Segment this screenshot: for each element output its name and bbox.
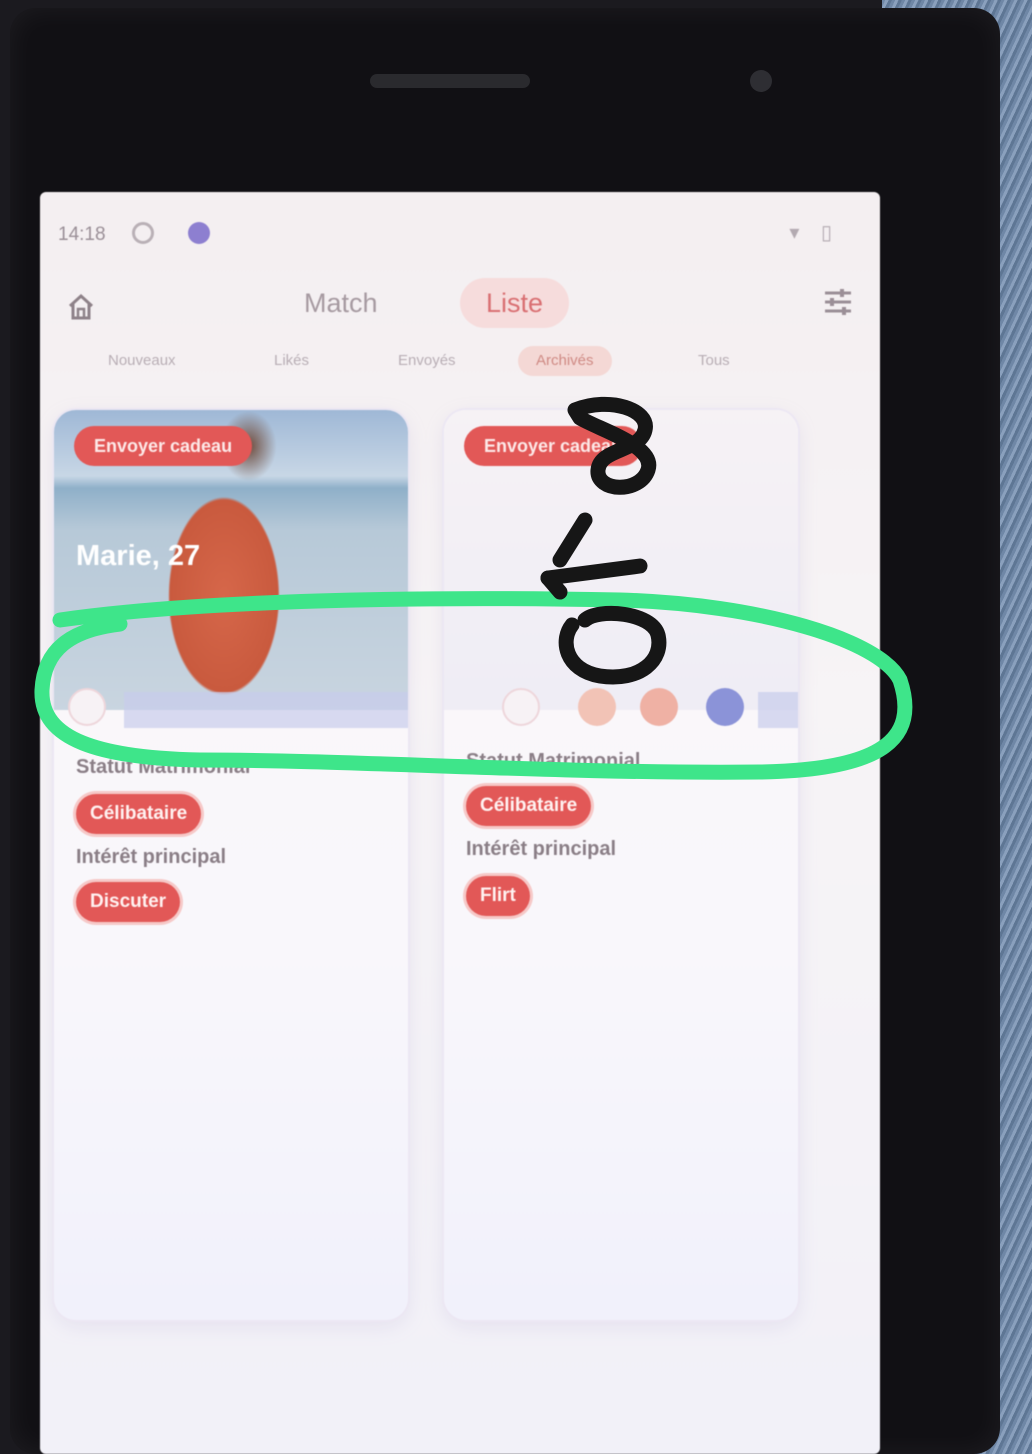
like-heart-icon[interactable]	[502, 688, 540, 726]
tab-liste[interactable]: Liste	[460, 278, 570, 328]
marital-status-label: Statut Matrimonial	[76, 756, 251, 778]
wifi-battery-icon: ▾ ▯	[789, 222, 840, 244]
filter-icon[interactable]	[822, 286, 854, 318]
phone-speaker	[370, 74, 530, 88]
main-interest-label: Intérêt principal	[76, 846, 227, 868]
message-icon[interactable]	[706, 688, 744, 726]
subtab-likes[interactable]: Likés	[256, 346, 327, 376]
phone-camera	[750, 70, 772, 92]
subtab-archives[interactable]: Archivés	[518, 346, 612, 376]
main-interest-chip: Discuter	[76, 882, 181, 922]
marital-status-chip: Célibataire	[76, 794, 202, 834]
send-gift-button[interactable]: Envoyer cadeau	[74, 426, 253, 466]
card-action-row	[54, 682, 408, 732]
status-time: 14:18	[58, 224, 106, 245]
action-bar	[124, 692, 408, 728]
card-action-row	[444, 682, 798, 732]
subtab-tous[interactable]: Tous	[680, 346, 748, 376]
marital-status-label: Statut Matrimonial	[466, 750, 641, 772]
settings-status-icon	[132, 222, 154, 244]
subtab-envoyes[interactable]: Envoyés	[380, 346, 474, 376]
app-header: Match Liste	[40, 264, 880, 334]
profile-card-marie[interactable]: Envoyer cadeau Marie, 27 Statut Matrimon…	[54, 410, 408, 1320]
profile-card-2[interactable]: Envoyer cadeau Statut Matrimonial Céliba…	[444, 410, 798, 1320]
action-bar	[758, 692, 798, 728]
main-interest-label: Intérêt principal	[466, 838, 617, 860]
list-filter-tabs: Nouveaux Likés Envoyés Archivés Tous	[40, 340, 880, 384]
tab-match[interactable]: Match	[278, 278, 404, 328]
emoji-reaction-icon[interactable]	[578, 688, 616, 726]
main-interest-chip: Flirt	[466, 876, 530, 916]
app-notification-icon	[188, 222, 210, 244]
phone-screen: 14:18 ▾ ▯ Match Liste Nouveaux Likés Env…	[40, 192, 880, 1454]
emoji-reaction-icon[interactable]	[640, 688, 678, 726]
marital-status-chip: Célibataire	[466, 786, 592, 826]
subtab-nouveaux[interactable]: Nouveaux	[90, 346, 194, 376]
send-gift-button[interactable]: Envoyer cadeau	[464, 426, 643, 466]
home-icon[interactable]	[66, 292, 96, 322]
like-heart-icon[interactable]	[68, 688, 106, 726]
status-bar: 14:18 ▾ ▯	[58, 220, 840, 250]
profile-name: Marie, 27	[76, 540, 201, 572]
